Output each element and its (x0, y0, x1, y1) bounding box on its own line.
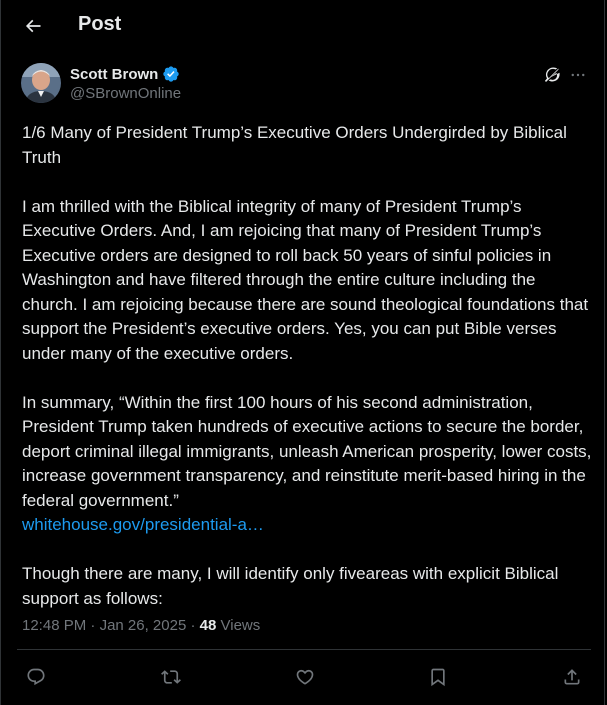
more-options-button[interactable] (567, 64, 589, 86)
views-label: Views (216, 617, 261, 634)
post-paragraph-text: In summary, “Within the first 100 hours … (22, 392, 592, 510)
header: Post (1, 0, 604, 52)
post-paragraph: 1/6 Many of President Trump’s Executive … (22, 123, 567, 167)
share-icon (562, 667, 582, 687)
arrow-left-icon (23, 16, 43, 36)
back-button[interactable] (15, 8, 51, 44)
action-bar (17, 664, 591, 690)
author-name[interactable]: Scott Brown (70, 65, 180, 83)
post-paragraph: In summary, “Within the first 100 hours … (22, 391, 592, 538)
divider (17, 649, 591, 650)
post-body: 1/6 Many of President Trump’s Executive … (22, 121, 592, 636)
verified-badge-icon[interactable] (162, 65, 180, 83)
share-button[interactable] (559, 664, 585, 690)
bookmark-icon (428, 667, 448, 687)
more-horizontal-icon (569, 66, 587, 84)
post-paragraph: I am thrilled with the Biblical integrit… (22, 196, 589, 363)
page-title: Post (78, 13, 122, 35)
post-meta: 12:48 PM · Jan 26, 2025 · 48 Views (22, 617, 260, 634)
meta-separator: · (86, 617, 100, 634)
post-paragraph: Though there are many, I will identify o… (22, 564, 559, 608)
post-date[interactable]: Jan 26, 2025 (100, 617, 187, 634)
reply-icon (26, 667, 46, 687)
post-time[interactable]: 12:48 PM (22, 617, 86, 634)
external-link[interactable]: whitehouse.gov/presidential-a… (22, 515, 264, 534)
like-button[interactable] (292, 664, 318, 690)
author-handle[interactable]: @SBrownOnline (70, 85, 181, 102)
reply-button[interactable] (23, 664, 49, 690)
retweet-icon (161, 667, 181, 687)
author-name-text: Scott Brown (70, 65, 159, 83)
meta-separator: · (186, 617, 200, 634)
grok-icon (543, 66, 561, 84)
retweet-button[interactable] (158, 664, 184, 690)
post-detail-page: Post Scott Brown @SBrownOnline 1/6 Many … (0, 0, 605, 705)
avatar[interactable] (21, 63, 61, 103)
grok-button[interactable] (541, 64, 563, 86)
heart-icon (295, 667, 315, 687)
bookmark-button[interactable] (425, 664, 451, 690)
views-count: 48 (199, 617, 217, 634)
